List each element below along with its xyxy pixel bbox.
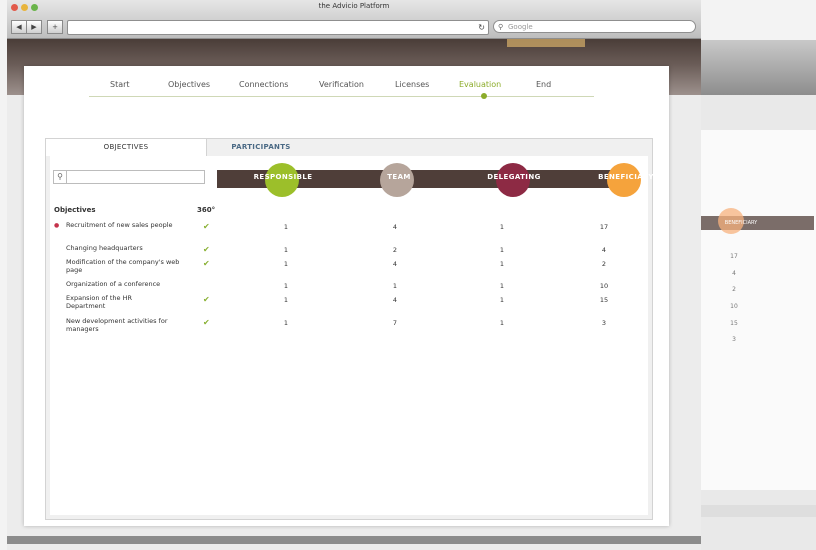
team-value: 4 xyxy=(392,296,398,304)
main-card: Start Objectives Connections Verificatio… xyxy=(24,66,669,526)
step-navigation: Start Objectives Connections Verificatio… xyxy=(84,80,636,102)
delegating-value: 1 xyxy=(499,246,505,254)
beneficiary-value: 15 xyxy=(599,296,609,304)
step-connections[interactable]: Connections xyxy=(239,80,288,89)
team-value: 4 xyxy=(392,260,398,268)
search-icon: ⚲ xyxy=(498,23,504,31)
step-end[interactable]: End xyxy=(536,80,551,89)
bottom-strip xyxy=(7,536,701,544)
role-header-beneficiary: BENEFICIARY xyxy=(598,173,654,181)
background-value: 3 xyxy=(732,336,736,343)
background-role-label: BENEFICIARY xyxy=(724,220,758,226)
objective-label: Recruitment of new sales people xyxy=(66,221,173,229)
add-bookmark-button[interactable]: + xyxy=(47,20,63,34)
tab-objectives[interactable]: OBJECTIVES xyxy=(46,139,207,156)
objectives-column-header: Objectives xyxy=(54,206,96,214)
objective-label: Organization of a conference xyxy=(66,280,161,288)
back-button[interactable]: ◀ xyxy=(11,20,27,34)
check-icon: ✔ xyxy=(203,222,210,231)
search-placeholder: Google xyxy=(508,23,533,31)
delegating-value: 1 xyxy=(499,296,505,304)
table-row[interactable]: New development activities for managers … xyxy=(50,317,648,333)
tab-participants[interactable]: PARTICIPANTS xyxy=(216,139,306,156)
reload-icon[interactable]: ↻ xyxy=(478,21,485,34)
active-step-indicator xyxy=(481,93,487,99)
step-verification[interactable]: Verification xyxy=(319,80,364,89)
forward-button[interactable]: ▶ xyxy=(26,20,42,34)
forward-arrow-icon: ▶ xyxy=(31,23,37,31)
objective-search-input[interactable]: ⚲ xyxy=(53,170,205,184)
table-row[interactable]: Expansion of the HR Department ✔ 1 4 1 1… xyxy=(50,294,648,310)
objective-label: Expansion of the HR Department xyxy=(66,294,133,310)
role-header-delegating: DELEGATING xyxy=(487,173,541,181)
search-icon[interactable]: ⚲ xyxy=(54,171,67,183)
back-arrow-icon: ◀ xyxy=(16,23,22,31)
background-value: 17 xyxy=(730,253,738,260)
step-evaluation[interactable]: Evaluation xyxy=(459,80,501,89)
table-row[interactable]: Organization of a conference 1 1 1 10 xyxy=(50,280,648,293)
responsible-value: 1 xyxy=(283,319,289,327)
delegating-value: 1 xyxy=(499,223,505,231)
beneficiary-value: 10 xyxy=(599,282,609,290)
beneficiary-value: 17 xyxy=(599,223,609,231)
responsible-value: 1 xyxy=(283,246,289,254)
plus-icon: + xyxy=(52,23,58,31)
objective-label: New development activities for managers xyxy=(66,317,168,333)
background-value: 15 xyxy=(730,320,738,327)
site-badge xyxy=(507,39,585,47)
check-icon: ✔ xyxy=(203,245,210,254)
step-progress-line xyxy=(89,96,594,97)
beneficiary-value: 3 xyxy=(601,319,607,327)
delegating-value: 1 xyxy=(499,260,505,268)
team-value: 7 xyxy=(392,319,398,327)
beneficiary-value: 2 xyxy=(601,260,607,268)
responsible-value: 1 xyxy=(283,296,289,304)
step-start[interactable]: Start xyxy=(110,80,130,89)
responsible-value: 1 xyxy=(283,260,289,268)
evaluation-panel: OBJECTIVES PARTICIPANTS ⚲ RESPONSIBLE TE… xyxy=(45,138,653,520)
delegating-value: 1 xyxy=(499,282,505,290)
team-value: 4 xyxy=(392,223,398,231)
beneficiary-value: 4 xyxy=(601,246,607,254)
team-value: 1 xyxy=(392,282,398,290)
objectives-table: ⚲ RESPONSIBLE TEAM DELEGATING BENEFICIAR… xyxy=(50,156,653,515)
browser-window: the Advicio Platform ◀ ▶ + ↻ ⚲ Google St… xyxy=(7,0,701,550)
selected-bullet-icon: ● xyxy=(54,222,60,229)
step-licenses[interactable]: Licenses xyxy=(395,80,429,89)
role-header-team: TEAM xyxy=(387,173,411,181)
address-bar[interactable]: ↻ xyxy=(67,20,489,35)
responsible-value: 1 xyxy=(283,282,289,290)
window-title: the Advicio Platform xyxy=(318,2,390,10)
browser-search-field[interactable]: ⚲ Google xyxy=(493,20,696,33)
responsible-value: 1 xyxy=(283,223,289,231)
background-panel xyxy=(684,130,816,490)
background-value: 10 xyxy=(730,303,738,310)
role-header-responsible: RESPONSIBLE xyxy=(253,173,313,181)
objective-label: Modification of the company's web page xyxy=(66,258,180,274)
check-icon: ✔ xyxy=(203,318,210,327)
team-value: 2 xyxy=(392,246,398,254)
360-column-header: 360° xyxy=(197,206,216,214)
background-value: 4 xyxy=(732,270,736,277)
check-icon: ✔ xyxy=(203,295,210,304)
table-row[interactable]: ● Recruitment of new sales people ✔ 1 4 … xyxy=(50,221,648,234)
objective-label: Changing headquarters xyxy=(66,244,143,252)
table-row[interactable]: Modification of the company's web page ✔… xyxy=(50,258,648,274)
step-objectives[interactable]: Objectives xyxy=(168,80,210,89)
table-row[interactable]: Changing headquarters ✔ 1 2 1 4 xyxy=(50,244,648,257)
delegating-value: 1 xyxy=(499,319,505,327)
title-bar: the Advicio Platform ◀ ▶ + ↻ ⚲ Google xyxy=(7,0,701,39)
background-value: 2 xyxy=(732,286,736,293)
check-icon: ✔ xyxy=(203,259,210,268)
